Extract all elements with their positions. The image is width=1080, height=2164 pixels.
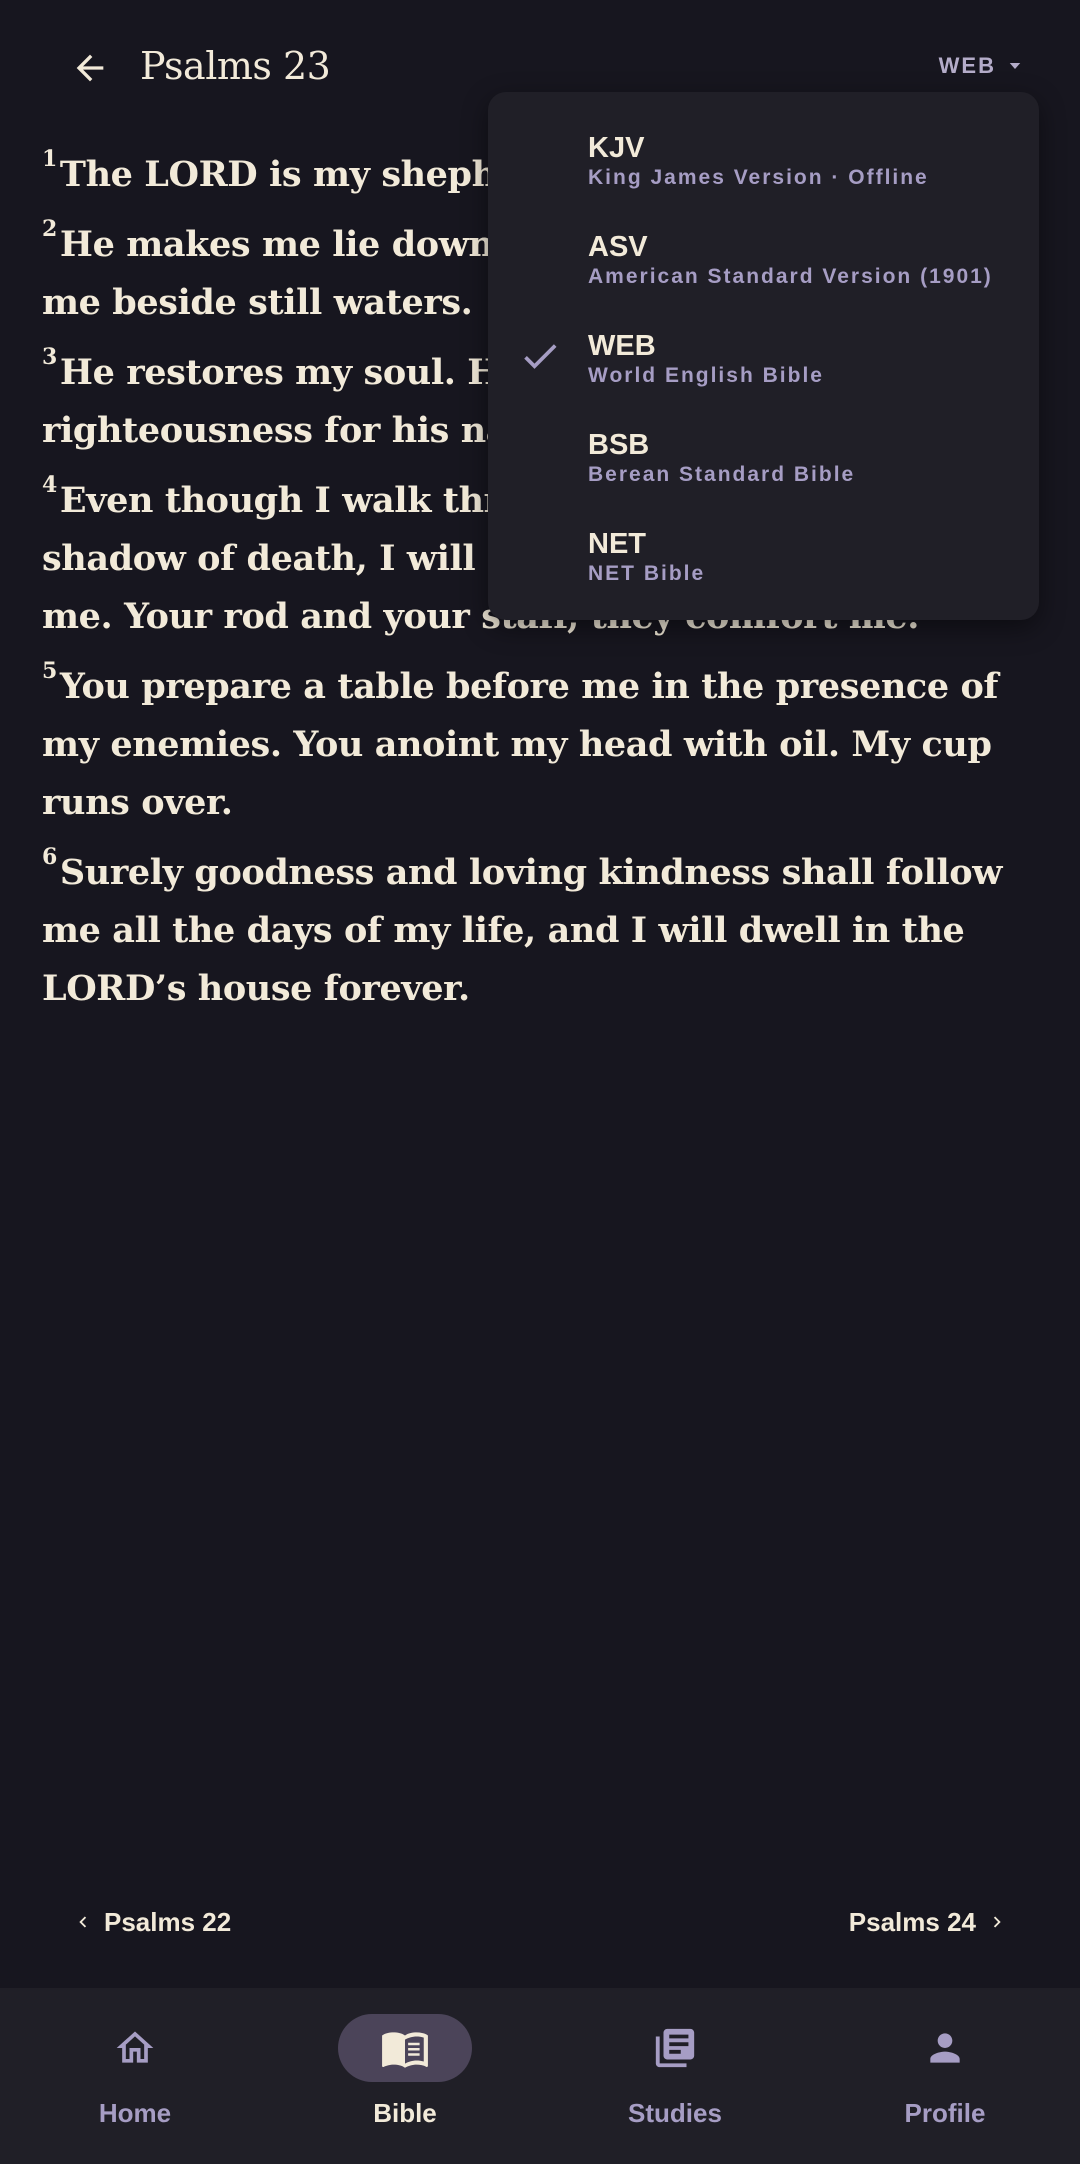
version-selector-label: WEB bbox=[938, 53, 996, 78]
verse: 5You prepare a table before me in the pr… bbox=[42, 658, 1042, 832]
bottom-navigation-bar: Home Bible Studies Profile bbox=[0, 1988, 1080, 2164]
person-icon bbox=[930, 2033, 960, 2063]
verse-number: 4 bbox=[42, 472, 57, 498]
version-option-kjv[interactable]: KJV King James Version · Offline bbox=[488, 112, 1039, 211]
verse-number: 5 bbox=[42, 658, 57, 684]
version-abbr: NET bbox=[588, 528, 646, 560]
nav-label: Home bbox=[98, 2098, 172, 2128]
verse-text: Surely goodness and loving kindness shal… bbox=[42, 852, 1002, 1009]
nav-label: Bible bbox=[373, 2098, 437, 2128]
version-name: Berean Standard Bible bbox=[588, 463, 856, 486]
version-name: King James Version · Offline bbox=[588, 166, 929, 189]
version-option-net[interactable]: NET NET Bible bbox=[488, 508, 1039, 607]
verse: 6Surely goodness and loving kindness sha… bbox=[42, 844, 1042, 1018]
nav-label: Studies bbox=[628, 2098, 722, 2128]
version-abbr: KJV bbox=[588, 132, 645, 164]
nav-item-bible[interactable]: Bible bbox=[270, 1988, 540, 2164]
verse-number: 3 bbox=[42, 344, 57, 370]
version-name: World English Bible bbox=[588, 364, 824, 387]
nav-icon-container bbox=[878, 2014, 1012, 2082]
version-option-bsb[interactable]: BSB Berean Standard Bible bbox=[488, 409, 1039, 508]
nav-item-home[interactable]: Home bbox=[0, 1988, 270, 2164]
verse-number: 1 bbox=[42, 146, 57, 172]
chevron-left-icon bbox=[79, 1916, 87, 1928]
next-chapter-label: Psalms 24 bbox=[848, 1906, 976, 1937]
version-abbr: ASV bbox=[588, 231, 648, 263]
dropdown-arrow-icon bbox=[1009, 63, 1021, 69]
verse-number: 6 bbox=[42, 844, 57, 870]
version-option-web[interactable]: WEB World English Bible bbox=[488, 310, 1039, 409]
nav-icon-container bbox=[68, 2014, 202, 2082]
nav-active-indicator bbox=[338, 2014, 472, 2082]
version-name: American Standard Version (1901) bbox=[588, 265, 993, 288]
arrow-back-icon bbox=[76, 54, 104, 82]
nav-icon-container bbox=[608, 2014, 742, 2082]
verse-number: 2 bbox=[42, 216, 57, 242]
chapter-navigation: Psalms 22 Psalms 24 bbox=[0, 1895, 1080, 1949]
nav-item-profile[interactable]: Profile bbox=[810, 1988, 1080, 2164]
page-title: Psalms 23 bbox=[140, 44, 331, 88]
previous-chapter-label: Psalms 22 bbox=[104, 1906, 232, 1937]
check-icon bbox=[524, 344, 557, 369]
next-chapter-button[interactable]: Psalms 24 bbox=[849, 1895, 1008, 1949]
version-option-asv[interactable]: ASV American Standard Version (1901) bbox=[488, 211, 1039, 310]
back-button[interactable] bbox=[62, 40, 118, 96]
chevron-right-icon bbox=[993, 1916, 1001, 1928]
version-abbr: WEB bbox=[588, 330, 656, 362]
version-abbr: BSB bbox=[588, 429, 650, 461]
nav-label: Profile bbox=[904, 2098, 986, 2128]
nav-item-studies[interactable]: Studies bbox=[540, 1988, 810, 2164]
library-icon bbox=[655, 2028, 695, 2068]
home-icon bbox=[116, 2031, 154, 2063]
verse-text: You prepare a table before me in the pre… bbox=[42, 666, 999, 823]
version-name: NET Bible bbox=[588, 562, 706, 585]
version-selector-button[interactable]: WEB bbox=[939, 48, 1024, 84]
previous-chapter-button[interactable]: Psalms 22 bbox=[72, 1895, 231, 1949]
version-menu: KJV King James Version · Offline ASV Ame… bbox=[488, 92, 1039, 620]
book-icon bbox=[382, 2032, 428, 2068]
